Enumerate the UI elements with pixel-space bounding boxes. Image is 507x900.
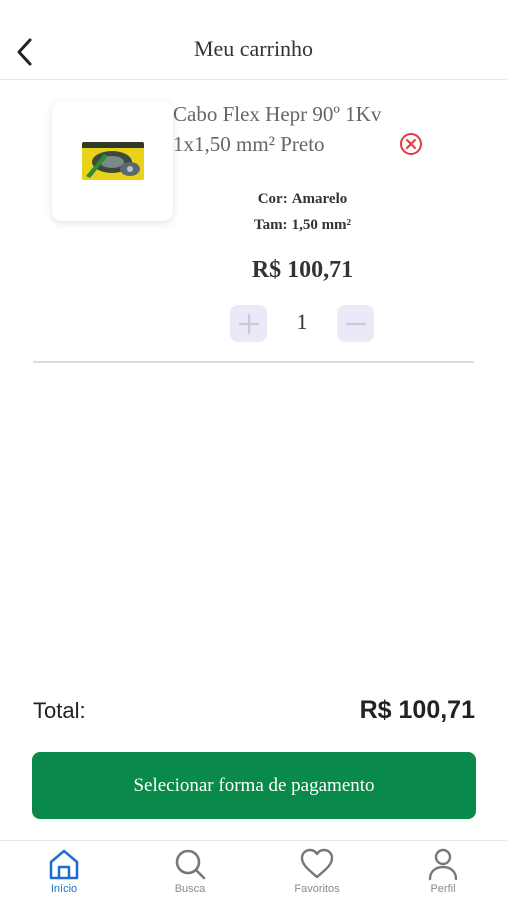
product-name: Cabo Flex Hepr 90º 1Kv 1x1,50 mm² Preto — [173, 102, 382, 156]
home-icon — [49, 849, 79, 880]
nav-label-busca: Busca — [174, 883, 206, 895]
product-color: Cor: Amarelo — [230, 191, 375, 208]
bottom-navigation: Início Busca Favoritos Perfil — [0, 840, 507, 900]
product-size: Tam: 1,50 mm² — [230, 217, 375, 234]
nav-item-perfil[interactable]: Perfil — [403, 847, 483, 895]
size-value: 1,50 mm² — [291, 217, 352, 233]
user-icon — [428, 848, 458, 881]
total-label: Total: — [33, 698, 86, 723]
product-thumbnail[interactable] — [52, 101, 173, 221]
quantity-value: 1 — [296, 309, 308, 334]
nav-label-perfil: Perfil — [430, 883, 456, 895]
remove-item-button[interactable] — [399, 132, 423, 156]
select-payment-button[interactable]: Selecionar forma de pagamento — [32, 752, 476, 819]
color-value: Amarelo — [291, 191, 348, 207]
plus-icon — [238, 313, 259, 334]
page-title: Meu carrinho — [193, 36, 314, 61]
increase-quantity-button[interactable] — [230, 305, 267, 342]
search-icon — [175, 849, 206, 880]
nav-label-inicio: Início — [50, 883, 78, 895]
nav-item-favoritos[interactable]: Favoritos — [277, 847, 357, 895]
header: Meu carrinho — [0, 0, 507, 80]
divider — [33, 361, 474, 363]
nav-item-inicio[interactable]: Início — [24, 847, 104, 895]
nav-label-favoritos: Favoritos — [294, 883, 340, 895]
decrease-quantity-button[interactable] — [337, 305, 374, 342]
product-image — [81, 142, 144, 180]
nav-item-busca[interactable]: Busca — [150, 847, 230, 895]
product-price: R$ 100,71 — [251, 257, 354, 283]
total-value: R$ 100,71 — [359, 696, 475, 724]
close-circle-icon — [400, 133, 422, 155]
size-label: Tam: — [253, 217, 288, 233]
color-label: Cor: — [257, 191, 288, 207]
minus-icon — [345, 322, 366, 325]
heart-icon — [300, 848, 334, 879]
